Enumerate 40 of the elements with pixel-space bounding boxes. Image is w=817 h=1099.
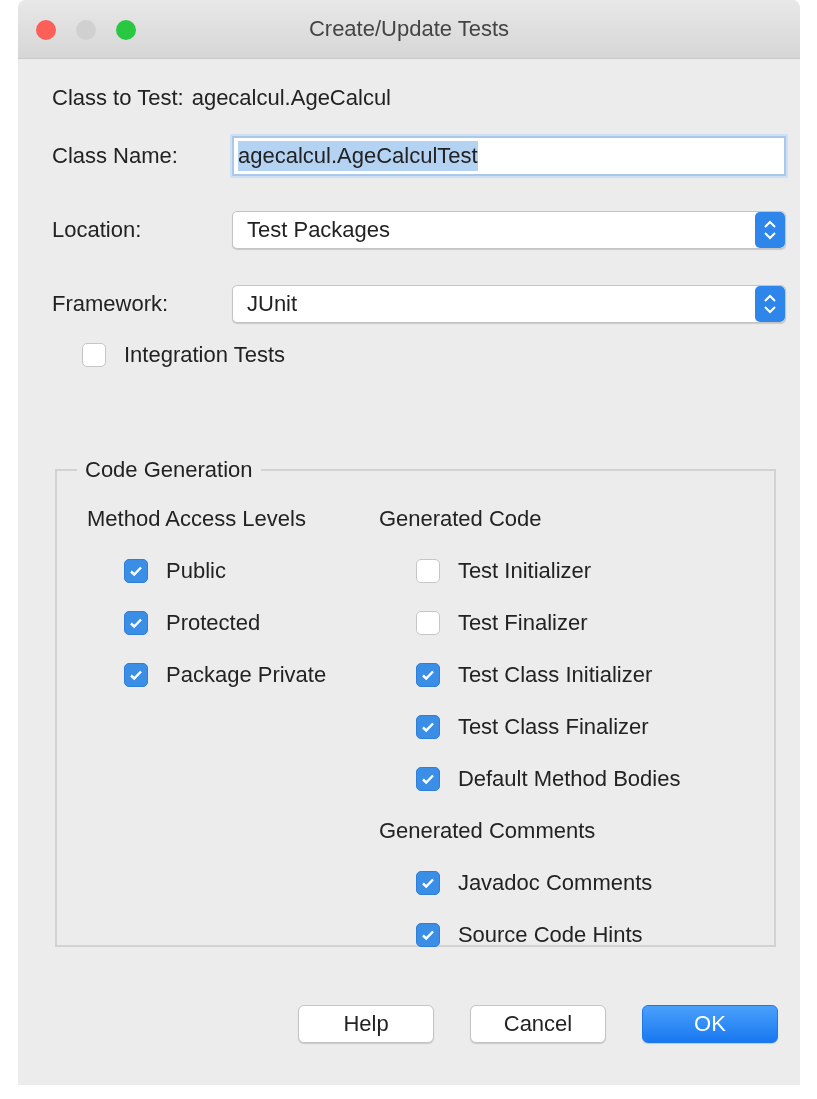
checkbox-label: Protected — [166, 610, 261, 636]
checkbox[interactable] — [124, 611, 148, 635]
dialog-button[interactable]: Help — [298, 1005, 434, 1043]
checkbox[interactable] — [82, 343, 106, 367]
field-label: Class Name: — [52, 143, 179, 169]
checkbox[interactable] — [415, 767, 440, 791]
checkbox-label: Public — [166, 558, 226, 584]
checkbox[interactable] — [415, 715, 440, 739]
field-label: Class to Test: — [52, 85, 184, 111]
stepper-icon — [755, 286, 785, 322]
location-dropdown[interactable]: Test Packages — [232, 211, 786, 249]
stepper-icon — [755, 212, 785, 248]
checkbox-label: Package Private — [166, 662, 327, 688]
group-title: Code Generation — [84, 457, 254, 483]
checkbox[interactable] — [415, 559, 440, 583]
close-icon[interactable] — [36, 20, 56, 40]
checkbox-label: Source Code Hints — [457, 922, 643, 948]
class-value: agecalcul.AgeCalcul — [191, 85, 391, 111]
checkbox-label: Javadoc Comments — [457, 870, 653, 896]
dialog-button[interactable]: Cancel — [470, 1005, 606, 1043]
section-heading: Generated Comments — [378, 817, 597, 845]
checkbox-label: Test Finalizer — [457, 610, 588, 636]
checkbox[interactable] — [415, 611, 440, 635]
section-heading: Method Access Levels — [87, 505, 307, 533]
checkbox[interactable] — [415, 663, 440, 687]
checkbox-label: Default Method Bodies — [457, 766, 681, 792]
field-label: Location: — [52, 217, 143, 243]
checkbox-label: Integration Tests — [124, 342, 286, 368]
checkbox-label: Test Initializer — [457, 558, 592, 584]
framework-dropdown[interactable]: JUnit — [232, 285, 786, 323]
checkbox-label: Test Class Finalizer — [457, 714, 649, 740]
window-title: Create/Update Tests — [308, 16, 510, 42]
class-name-field[interactable]: agecalcul.AgeCalculTest — [232, 136, 786, 176]
checkbox[interactable] — [124, 559, 148, 583]
checkbox[interactable] — [415, 871, 440, 895]
checkbox[interactable] — [124, 663, 148, 687]
field-label: Framework: — [52, 291, 170, 317]
checkbox-label: Test Class Initializer — [457, 662, 653, 688]
checkbox[interactable] — [415, 923, 440, 947]
section-heading: Generated Code — [378, 505, 543, 533]
